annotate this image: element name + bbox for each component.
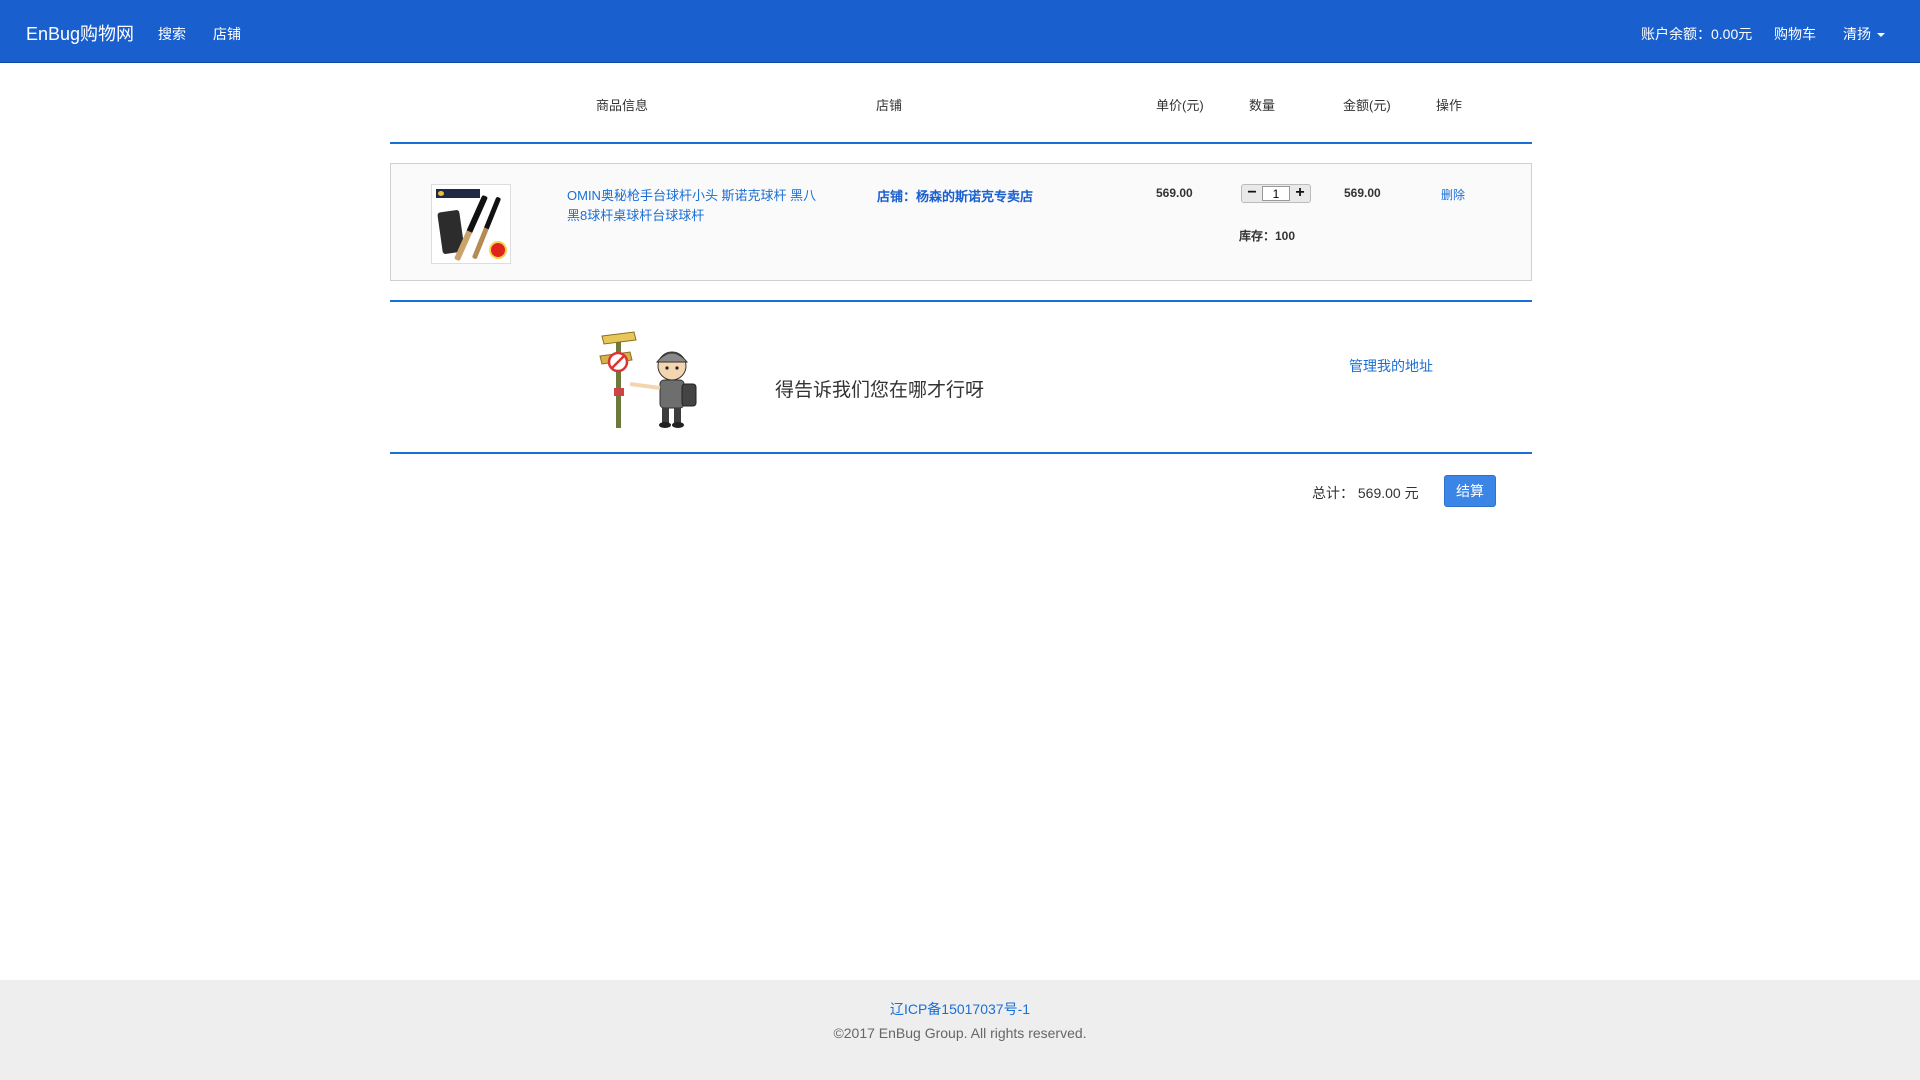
minus-icon[interactable]: − xyxy=(1242,185,1262,202)
unit-price: 569.00 xyxy=(1156,186,1193,200)
quantity-stepper: − + xyxy=(1241,184,1311,203)
product-thumbnail[interactable] xyxy=(431,184,511,264)
promo-badge-icon xyxy=(489,241,507,259)
plus-icon[interactable]: + xyxy=(1290,185,1310,202)
divider-line xyxy=(390,300,1532,302)
header-operation: 操作 xyxy=(1436,98,1463,113)
user-menu-dropdown[interactable]: 清扬 xyxy=(1843,24,1885,44)
shop-name-link[interactable]: 店铺：杨森的斯诺克专卖店 xyxy=(877,186,1033,205)
copyright-text: ©2017 EnBug Group. All rights reserved. xyxy=(833,1025,1087,1041)
order-total: 总计： 569.00 元 xyxy=(1312,485,1419,501)
header-product-info: 商品信息 xyxy=(596,98,649,113)
cart-item-row: OMIN奥秘枪手台球杆小头 斯诺克球杆 黑八黑8球杆桌球杆台球球杆 店铺：杨森的… xyxy=(390,163,1532,281)
caret-down-icon xyxy=(1877,33,1885,38)
header-unit-price: 单价(元) xyxy=(1156,98,1204,113)
nav-search-link[interactable]: 搜索 xyxy=(158,24,186,44)
delete-link[interactable]: 删除 xyxy=(1441,186,1465,203)
user-name: 清扬 xyxy=(1843,26,1871,42)
address-prompt-message: 得告诉我们您在哪才行呀 xyxy=(775,380,985,401)
product-name-link[interactable]: OMIN奥秘枪手台球杆小头 斯诺克球杆 黑八黑8球杆桌球杆台球球杆 xyxy=(567,186,827,226)
divider-line xyxy=(390,142,1532,144)
manage-address-link[interactable]: 管理我的地址 xyxy=(1349,356,1433,376)
delivery-person-illustration xyxy=(599,331,697,428)
stock-count: 库存：100 xyxy=(1239,229,1296,243)
brand-label-graphic xyxy=(436,189,480,198)
account-balance[interactable]: 账户余额：0.00元 xyxy=(1641,24,1752,44)
checkout-button[interactable]: 结算 xyxy=(1444,475,1496,507)
header-amount: 金额(元) xyxy=(1343,98,1391,113)
quantity-input[interactable] xyxy=(1262,186,1290,201)
nav-shop-link[interactable]: 店铺 xyxy=(213,24,241,44)
nav-cart-link[interactable]: 购物车 xyxy=(1774,24,1816,44)
icp-license-link[interactable]: 辽ICP备15017037号-1 xyxy=(0,999,1920,1019)
header-shop: 店铺 xyxy=(876,98,903,113)
divider-line xyxy=(390,452,1532,454)
brand-logo[interactable]: EnBug购物网 xyxy=(26,20,134,46)
page-footer: 辽ICP备15017037号-1 ©2017 EnBug Group. All … xyxy=(0,980,1920,1080)
top-navbar: EnBug购物网 搜索 店铺 账户余额：0.00元 购物车 清扬 xyxy=(0,0,1920,63)
item-amount: 569.00 xyxy=(1344,186,1381,200)
header-quantity: 数量 xyxy=(1249,98,1276,113)
